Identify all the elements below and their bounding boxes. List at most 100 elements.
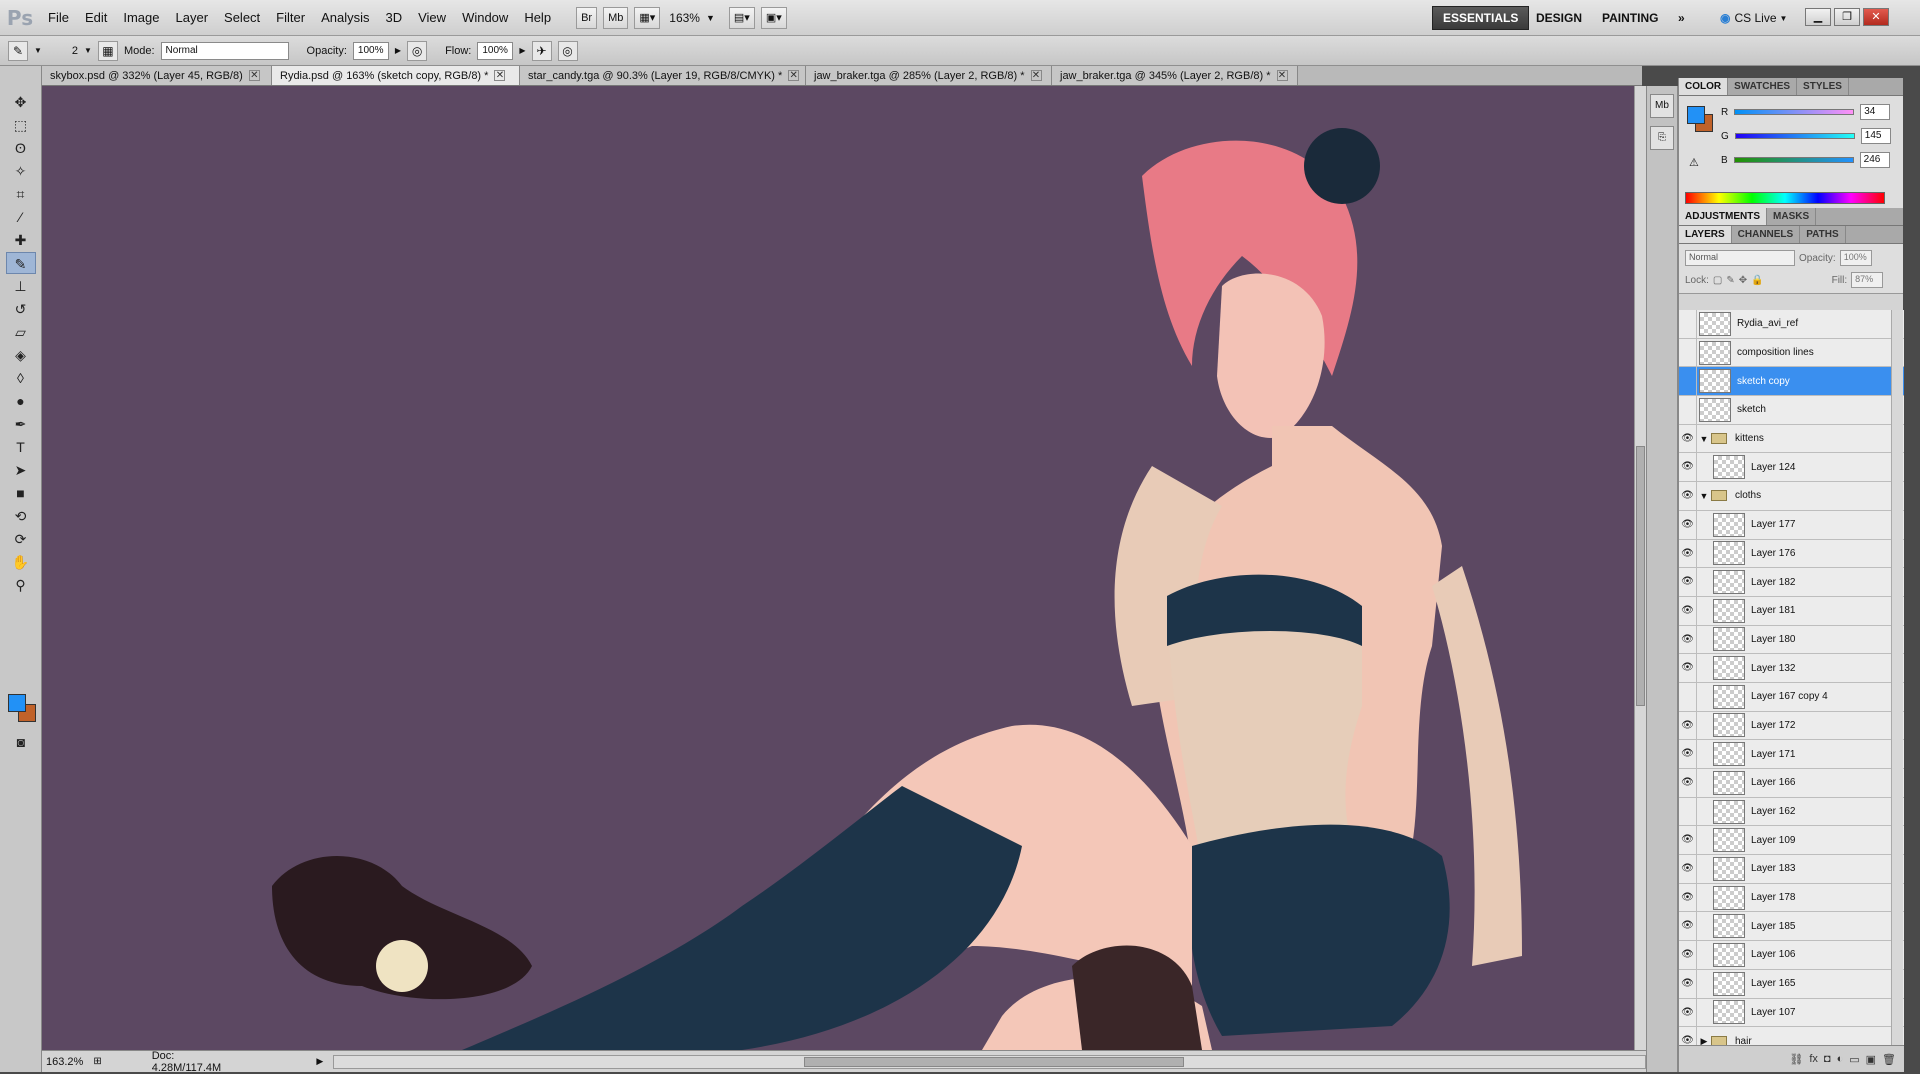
- layer-thumbnail[interactable]: [1713, 598, 1745, 623]
- layer-row[interactable]: 👁Layer 106🔒: [1679, 941, 1904, 970]
- tab-paths[interactable]: PATHS: [1800, 226, 1846, 243]
- visibility-eye-icon[interactable]: 👁: [1679, 740, 1697, 768]
- arrange-documents-button[interactable]: ▤▾: [728, 6, 755, 29]
- crop-tool-icon[interactable]: ⌗: [6, 183, 36, 205]
- visibility-eye-icon[interactable]: 👁: [1679, 539, 1697, 568]
- layer-thumbnail[interactable]: [1713, 1000, 1745, 1025]
- green-slider[interactable]: [1734, 133, 1855, 139]
- layer-row[interactable]: 👁 Layer 178: [1679, 883, 1904, 913]
- tab-skybox[interactable]: skybox.psd @ 332% (Layer 45, RGB/8) ✕: [42, 66, 272, 85]
- mode-select[interactable]: Normal: [160, 41, 289, 60]
- blue-slider[interactable]: [1733, 157, 1854, 163]
- 3d-orbit-tool-icon[interactable]: ⟳: [6, 528, 36, 550]
- green-value-input[interactable]: 145: [1860, 128, 1891, 144]
- lasso-tool-icon[interactable]: ʘ: [6, 137, 36, 159]
- airbrush-icon[interactable]: ✈: [531, 40, 552, 61]
- menu-analysis[interactable]: Analysis: [313, 10, 377, 25]
- history-brush-tool-icon[interactable]: ↺: [6, 298, 36, 320]
- chevron-right-icon[interactable]: ▶: [519, 46, 525, 55]
- layer-row[interactable]: 👁 Layer 171: [1679, 740, 1904, 769]
- zoom-level[interactable]: 163%: [669, 11, 700, 25]
- chevron-down-icon[interactable]: ▼: [1697, 434, 1711, 444]
- mini-bridge-button[interactable]: Mb: [603, 6, 629, 29]
- new-group-icon[interactable]: ▭: [1849, 1053, 1859, 1066]
- adjustment-layer-icon[interactable]: ◐: [1837, 1053, 1844, 1065]
- layer-row[interactable]: 👁Layer 109🔒: [1679, 826, 1904, 856]
- visibility-eye-icon[interactable]: [1679, 682, 1697, 711]
- visibility-eye-icon[interactable]: 👁: [1679, 625, 1697, 654]
- chevron-right-icon[interactable]: ▶: [1697, 1036, 1711, 1045]
- eyedropper-tool-icon[interactable]: ⁄: [6, 206, 36, 228]
- menu-window[interactable]: Window: [454, 10, 516, 25]
- minimize-button[interactable]: ▁: [1805, 8, 1831, 26]
- pressure-size-icon[interactable]: ◎: [557, 40, 578, 61]
- status-info-icon[interactable]: ⊞: [93, 1056, 101, 1067]
- lock-transparent-icon[interactable]: ▢: [1713, 275, 1722, 286]
- layer-thumbnail[interactable]: [1713, 856, 1745, 881]
- layer-row[interactable]: sketch copy: [1679, 367, 1904, 397]
- tab-layers[interactable]: LAYERS: [1679, 226, 1732, 243]
- layer-row[interactable]: sketch: [1679, 396, 1904, 425]
- layer-thumbnail[interactable]: [1713, 770, 1745, 795]
- new-layer-icon[interactable]: ▣: [1866, 1053, 1876, 1066]
- chevron-down-icon[interactable]: ▼: [84, 46, 92, 55]
- tab-jaw-braker-345[interactable]: jaw_braker.tga @ 345% (Layer 2, RGB/8) *…: [1052, 66, 1298, 85]
- horizontal-scroll-thumb[interactable]: [804, 1056, 1185, 1067]
- quick-mask-icon[interactable]: ◙: [6, 731, 36, 753]
- visibility-eye-icon[interactable]: [1679, 367, 1697, 396]
- brush-tool-icon[interactable]: ✎: [5, 252, 36, 274]
- brush-preset-icon[interactable]: ✎: [8, 40, 28, 61]
- visibility-eye-icon[interactable]: 👁: [1679, 424, 1697, 453]
- tab-star-candy[interactable]: star_candy.tga @ 90.3% (Layer 19, RGB/8/…: [520, 66, 806, 85]
- path-select-tool-icon[interactable]: ➤: [6, 459, 36, 481]
- visibility-eye-icon[interactable]: [1679, 310, 1697, 338]
- visibility-eye-icon[interactable]: 👁: [1679, 912, 1697, 941]
- layer-row[interactable]: 👁 Layer 166: [1679, 769, 1904, 798]
- red-value-input[interactable]: 34: [1860, 104, 1891, 120]
- layer-row[interactable]: Layer 167 copy 4: [1679, 682, 1904, 712]
- lock-position-icon[interactable]: ✥: [1739, 275, 1747, 286]
- layer-thumbnail[interactable]: [1713, 971, 1745, 996]
- close-icon[interactable]: ✕: [248, 70, 260, 81]
- layer-row[interactable]: 👁 Layer 185: [1679, 912, 1904, 942]
- cs-live-button[interactable]: ◉ CS Live ▼: [1720, 6, 1787, 30]
- delete-layer-icon[interactable]: 🗑: [1882, 1053, 1896, 1066]
- lock-pixels-icon[interactable]: ✎: [1726, 275, 1734, 286]
- view-extras-button[interactable]: ▦▾: [634, 6, 661, 29]
- workspace-painting[interactable]: PAINTING: [1592, 6, 1668, 30]
- layer-group-row[interactable]: 👁 ▼ kittens: [1679, 424, 1904, 454]
- layer-thumbnail[interactable]: [1713, 828, 1745, 853]
- layer-row[interactable]: 👁 Layer 182: [1679, 568, 1904, 597]
- layer-thumbnail[interactable]: [1713, 914, 1745, 939]
- chevron-down-icon[interactable]: ▼: [706, 13, 715, 23]
- layer-thumbnail[interactable]: [1713, 942, 1745, 967]
- fill-input[interactable]: 87%: [1851, 272, 1884, 288]
- visibility-eye-icon[interactable]: 👁: [1679, 510, 1697, 539]
- foreground-color-swatch[interactable]: [1687, 106, 1705, 124]
- layer-thumbnail[interactable]: [1713, 570, 1745, 595]
- menu-edit[interactable]: Edit: [77, 10, 115, 25]
- layer-row[interactable]: Rydia_avi_ref: [1679, 310, 1904, 339]
- vertical-scrollbar[interactable]: [1634, 86, 1646, 1050]
- brush-panel-toggle-icon[interactable]: ▦: [97, 40, 118, 61]
- chevron-right-icon[interactable]: ▶: [395, 46, 401, 55]
- opacity-input[interactable]: 100%: [352, 41, 389, 60]
- screen-mode-button[interactable]: ▣▾: [760, 6, 787, 29]
- tab-jaw-braker-285[interactable]: jaw_braker.tga @ 285% (Layer 2, RGB/8) *…: [806, 66, 1052, 85]
- restore-button[interactable]: ❐: [1834, 8, 1860, 26]
- visibility-eye-icon[interactable]: 👁: [1679, 826, 1697, 855]
- red-slider[interactable]: [1734, 109, 1855, 115]
- quick-select-tool-icon[interactable]: ✧: [6, 160, 36, 182]
- layer-thumbnail[interactable]: [1713, 541, 1745, 566]
- status-zoom[interactable]: 163.2%: [46, 1056, 83, 1068]
- visibility-eye-icon[interactable]: 👁: [1679, 883, 1697, 912]
- layer-row[interactable]: 👁 Layer 183: [1679, 855, 1904, 884]
- tab-swatches[interactable]: SWATCHES: [1728, 78, 1798, 95]
- blend-mode-select[interactable]: Normal: [1685, 250, 1795, 266]
- foreground-color-swatch[interactable]: [8, 694, 26, 712]
- history-panel-icon[interactable]: ⎘: [1650, 126, 1674, 150]
- blue-value-input[interactable]: 246: [1859, 152, 1890, 168]
- move-tool-icon[interactable]: ✥: [6, 91, 36, 113]
- status-arrow-icon[interactable]: ▶: [316, 1056, 323, 1067]
- visibility-eye-icon[interactable]: [1679, 338, 1697, 367]
